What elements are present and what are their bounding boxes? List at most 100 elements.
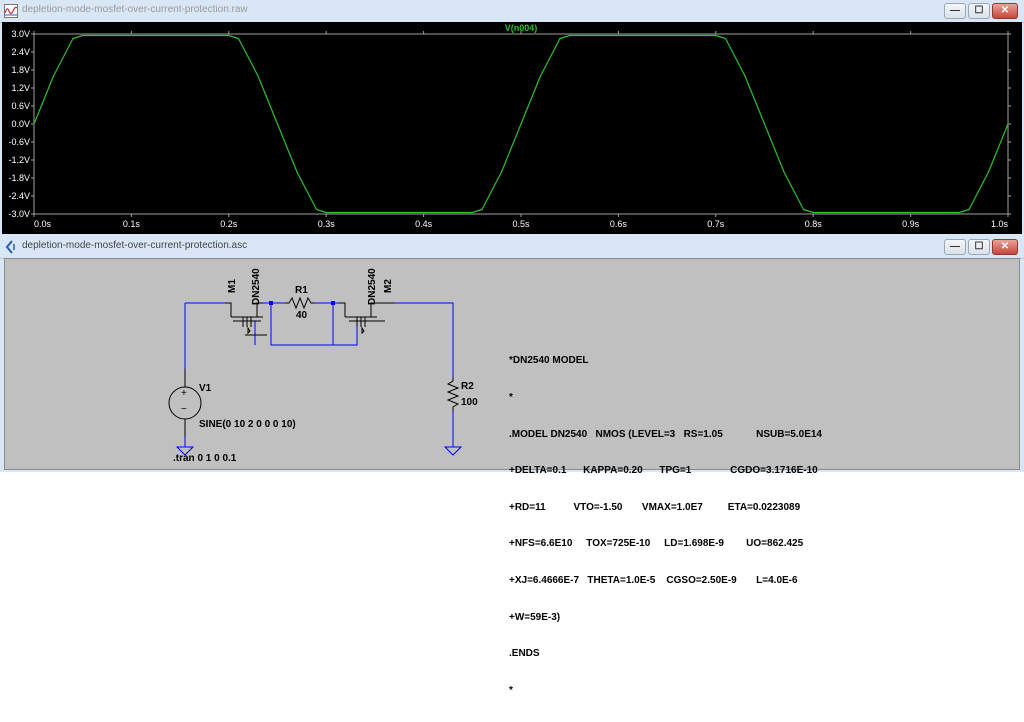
x-tick-label: 0.0s [34,219,52,229]
data-point [958,211,960,214]
close-icon: ✕ [1000,241,1010,252]
waveform-app-icon [4,4,18,18]
schematic-window-title: depletion-mode-mosfet-over-current-prote… [22,240,248,251]
waveform-window: depletion-mode-mosfet-over-current-prote… [0,0,1024,236]
data-point [715,34,717,37]
x-tick-label: 0.1s [123,219,141,229]
x-tick-label: 0.7s [707,219,725,229]
data-point [763,123,766,125]
x-tick-label: 0.3s [318,219,336,229]
wire-m2-r2[interactable] [395,302,454,377]
ground-icon [443,446,463,456]
r1-label[interactable]: R1 [295,285,308,296]
v1-value[interactable]: SINE(0 10 2 0 0 0 10) [199,419,296,430]
tran-directive[interactable]: .tran 0 1 0 0.1 [173,453,236,464]
data-point [52,75,55,77]
data-point [296,171,298,173]
m2-symbol[interactable] [339,302,395,335]
waveform-window-title: depletion-mode-mosfet-over-current-prote… [22,4,248,15]
data-point [500,171,503,173]
y-tick-label: 0.6V [11,101,30,111]
schematic-close-button[interactable]: ✕ [992,239,1018,255]
x-tick-label: 0.4s [415,219,433,229]
schematic-app-icon [4,240,18,254]
spice-model-block[interactable]: *DN2540 MODEL * .MODEL DN2540 NMOS (LEVE… [509,331,822,722]
data-point [257,75,259,77]
x-tick-label: 0.8s [805,219,823,229]
data-point [228,34,230,37]
schematic-titlebar[interactable]: depletion-mode-mosfet-over-current-prote… [0,236,1024,259]
data-point [968,208,970,211]
data-point [237,37,240,40]
v1-plus-sign: + [181,388,187,399]
data-point [72,37,74,40]
data-point [276,123,279,125]
data-point [325,211,327,214]
spice-line: +XJ=6.4666E-7 THETA=1.0E-5 CGSO=2.50E-9 … [509,575,798,587]
minimize-icon: — [950,241,960,252]
spice-line: .MODEL DN2540 NMOS (LEVEL=3 RS=1.05 NSUB… [509,428,822,440]
trace-label[interactable]: V(n004) [505,23,538,33]
maximize-icon: ☐ [974,5,984,16]
data-point [539,75,542,77]
waveform-maximize-button[interactable]: ☐ [968,3,990,19]
schematic-canvas[interactable]: M1 DN2540 R1 40 DN2540 M2 V1 + − SINE(0 … [4,258,1020,696]
m2-label[interactable]: M2 [383,279,394,293]
r2-symbol[interactable] [446,377,460,411]
y-tick-label: -0.6V [8,137,30,147]
data-point [315,208,318,211]
waveform-minimize-button[interactable]: — [944,3,966,19]
schematic-minimize-button[interactable]: — [944,239,966,255]
junction-dot [331,301,335,305]
waveform-plot[interactable]: 3.0V 2.4V 1.8V 1.2V 0.6V 0.0V -0.6V -1.2V -1.8V -… [2,22,1022,234]
data-point [724,37,727,40]
x-tick-label: 0.9s [902,219,920,229]
data-point [520,123,522,125]
data-point [82,34,84,37]
r1-symbol[interactable] [285,296,315,310]
v1-symbol[interactable] [168,369,202,437]
data-point [987,171,990,173]
waveform-close-button[interactable]: ✕ [992,3,1018,19]
spice-line: +W=59E-3) [509,611,561,623]
data-point [559,37,561,40]
close-icon: ✕ [1000,5,1010,16]
waveform-plot-area[interactable]: 3.0V 2.4V 1.8V 1.2V 0.6V 0.0V -0.6V -1.2V -1.8V -… [2,22,1022,234]
spice-line: * [509,392,513,404]
schematic-window: depletion-mode-mosfet-over-current-prote… [0,236,1024,696]
r1-value[interactable]: 40 [296,310,307,321]
m1-model-label[interactable]: DN2540 [251,268,262,305]
data-point [783,171,785,173]
m1-label[interactable]: M1 [227,279,238,293]
schematic-maximize-button[interactable]: ☐ [968,239,990,255]
y-tick-label: -1.2V [8,155,30,165]
junction-dot [269,301,273,305]
data-point [1007,123,1009,125]
spice-line: +DELTA=0.1 KAPPA=0.20 TPG=1 CGDO=3.1716E… [509,465,818,477]
spice-line: *DN2540 MODEL [509,355,589,367]
y-tick-label: 0.0V [11,119,30,129]
x-tick-label: 0.2s [220,219,238,229]
maximize-icon: ☐ [974,241,984,252]
y-tick-label: -2.4V [8,191,30,201]
spice-line: +NFS=6.6E10 TOX=725E-10 LD=1.698E-9 UO=8… [509,538,804,550]
x-tick-label: 0.5s [512,219,530,229]
y-tick-label: -1.8V [8,173,30,183]
y-tick-label: 1.8V [11,65,30,75]
x-tick-label: 0.6s [610,219,628,229]
data-point [812,211,814,214]
data-point [471,211,473,214]
y-tick-label: 3.0V [11,29,30,39]
m2-model-label[interactable]: DN2540 [367,268,378,305]
r2-label[interactable]: R2 [461,381,474,392]
m1-symbol[interactable] [225,302,267,336]
spice-line: * [509,684,513,696]
r2-value[interactable]: 100 [461,397,478,408]
data-point [802,208,805,211]
minimize-icon: — [950,5,960,16]
v1-label[interactable]: V1 [199,383,211,394]
wire-m2-gate[interactable] [333,321,358,346]
waveform-titlebar[interactable]: depletion-mode-mosfet-over-current-prote… [0,0,1024,23]
x-tick-label: 1.0s [991,219,1009,229]
data-point [481,208,483,211]
